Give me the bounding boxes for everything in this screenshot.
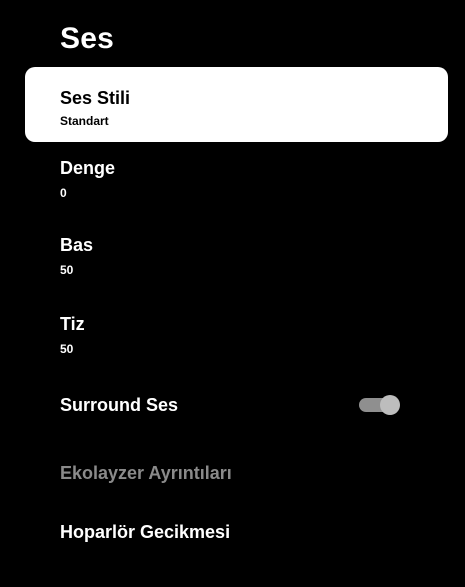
page-title: Ses	[60, 22, 114, 55]
menu-item-value: 0	[60, 186, 67, 200]
menu-item-value: Standart	[60, 114, 109, 128]
menu-item-tiz[interactable]: Tiz 50	[60, 314, 440, 356]
menu-item-label: Denge	[60, 158, 116, 178]
menu-item-hoparlor-gecikmesi[interactable]: Hoparlör Gecikmesi	[60, 522, 440, 543]
menu-item-denge[interactable]: Denge 0	[60, 158, 440, 200]
menu-item-label: Hoparlör Gecikmesi	[60, 522, 231, 542]
menu-item-value: 50	[60, 263, 74, 277]
menu-item-bas[interactable]: Bas 50	[60, 235, 440, 277]
menu-item-label: Ses Stili	[60, 88, 131, 108]
menu-item-label: Bas	[60, 235, 94, 255]
menu-item-ses-stili[interactable]: Ses Stili Standart	[25, 67, 448, 142]
menu-item-label: Tiz	[60, 314, 85, 334]
surround-toggle[interactable]	[359, 395, 401, 415]
toggle-knob	[380, 395, 400, 415]
menu-item-label: Ekolayzer Ayrıntıları	[60, 463, 232, 483]
menu-item-ekolayzer: Ekolayzer Ayrıntıları	[60, 463, 440, 484]
menu-item-value: 50	[60, 342, 74, 356]
